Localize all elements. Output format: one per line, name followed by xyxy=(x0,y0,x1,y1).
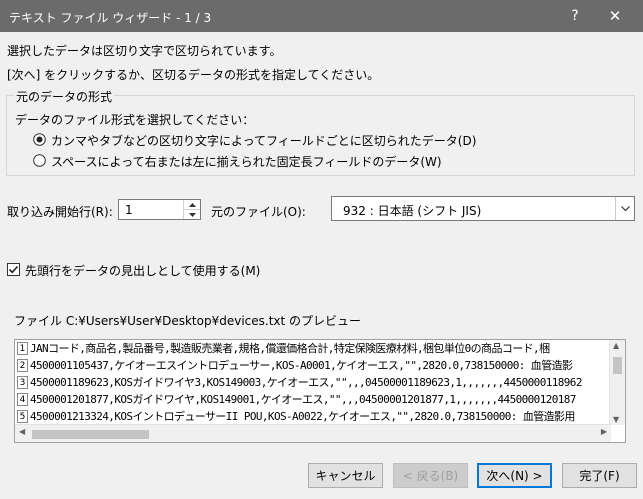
title-bar: テキスト ファイル ウィザード - 1 / 3 ? ✕ xyxy=(0,0,643,32)
preview-row: 4500001213324,KOSイントロデューサーII POU,KOS-A00… xyxy=(30,410,575,423)
spinner-arrows xyxy=(183,200,200,219)
format-group-legend: 元のデータの形式 xyxy=(14,88,115,105)
scroll-down-arrow-icon[interactable]: ▼ xyxy=(613,415,619,424)
preview-vertical-scrollbar[interactable]: ▲ ▼ xyxy=(609,340,625,425)
row-number: 2 xyxy=(17,359,28,372)
origin-label: 元のファイル(O): xyxy=(211,205,306,219)
radio-delimited-label[interactable]: カンマやタブなどの区切り文字によってフィールドごとに区切られたデータ(D) xyxy=(51,132,476,149)
row-number: 4 xyxy=(17,393,28,406)
header-checkbox-label[interactable]: 先頭行をデータの見出しとして使用する(M) xyxy=(25,262,260,279)
radio-delimited[interactable] xyxy=(33,133,46,146)
help-button[interactable]: ? xyxy=(565,5,585,27)
header-checkbox[interactable] xyxy=(7,263,20,276)
spin-up-button[interactable] xyxy=(184,200,200,210)
preview-horizontal-scrollbar[interactable]: ◀ ▶ xyxy=(15,424,611,442)
format-prompt: データのファイル形式を選択してください： xyxy=(15,113,255,127)
preview-row-numbers: 1 2 3 4 5 xyxy=(15,340,30,425)
radio-fixed-width-label[interactable]: スペースによって右または左に揃えられた固定長フィールドのデータ(W) xyxy=(51,153,442,170)
scroll-up-arrow-icon[interactable]: ▲ xyxy=(613,341,619,350)
start-row-label: 取り込み開始行(R): xyxy=(7,205,113,219)
checkmark-icon xyxy=(8,265,19,274)
origin-select[interactable]: 932 : 日本語 (シフト JIS) xyxy=(331,196,635,221)
back-button[interactable]: < 戻る(B) xyxy=(393,463,468,488)
scroll-right-arrow-icon[interactable]: ▶ xyxy=(601,427,607,436)
preview-row: JANコード,商品名,製品番号,製造販売業者,規格,償還価格合計,特定保険医療材… xyxy=(30,342,550,355)
preview-label: ファイル C:¥Users¥User¥Desktop¥devices.txt の… xyxy=(14,314,362,328)
vertical-scroll-thumb[interactable] xyxy=(613,357,622,374)
row-number: 1 xyxy=(17,342,28,355)
preview-row: 4500001105437,ケイオーエスイントロデューサー,KOS-A0001,… xyxy=(30,359,573,372)
next-button[interactable]: 次へ(N) > xyxy=(477,463,552,488)
close-button[interactable]: ✕ xyxy=(602,5,628,27)
finish-button[interactable]: 完了(F) xyxy=(562,463,637,488)
window-title: テキスト ファイル ウィザード - 1 / 3 xyxy=(9,11,212,25)
origin-value[interactable]: 932 : 日本語 (シフト JIS) xyxy=(343,202,481,219)
caret-down-icon xyxy=(188,212,196,217)
preview-rows: JANコード,商品名,製品番号,製造販売業者,規格,償還価格合計,特定保険医療材… xyxy=(30,340,612,425)
intro-line-2: [次へ] をクリックするか、区切るデータの形式を指定してください。 xyxy=(7,68,380,82)
origin-dropdown-button[interactable] xyxy=(615,197,634,220)
horizontal-scroll-thumb[interactable] xyxy=(32,430,149,439)
cancel-button[interactable]: キャンセル xyxy=(308,463,383,488)
start-row-value[interactable]: 1 xyxy=(125,203,133,217)
chevron-down-icon xyxy=(620,206,630,211)
caret-up-icon xyxy=(188,202,196,207)
intro-line-1: 選択したデータは区切り文字で区切られています。 xyxy=(7,44,282,58)
row-number: 3 xyxy=(17,376,28,389)
radio-fixed-width[interactable] xyxy=(33,154,46,167)
start-row-spinner[interactable]: 1 xyxy=(118,199,201,220)
radio-checked-icon xyxy=(33,133,46,146)
spin-down-button[interactable] xyxy=(184,210,200,219)
row-number: 5 xyxy=(17,410,28,423)
scroll-left-arrow-icon[interactable]: ◀ xyxy=(19,427,25,436)
radio-unchecked-icon xyxy=(33,154,46,167)
preview-row: 4500001201877,KOSガイドワイヤ,KOS149001,ケイオーエス… xyxy=(30,393,576,406)
preview-pane[interactable]: 1 2 3 4 5 JANコード,商品名,製品番号,製造販売業者,規格,償還価格… xyxy=(14,339,626,443)
preview-row: 4500001189623,KOSガイドワイヤ3,KOS149003,ケイオーエ… xyxy=(30,376,582,389)
